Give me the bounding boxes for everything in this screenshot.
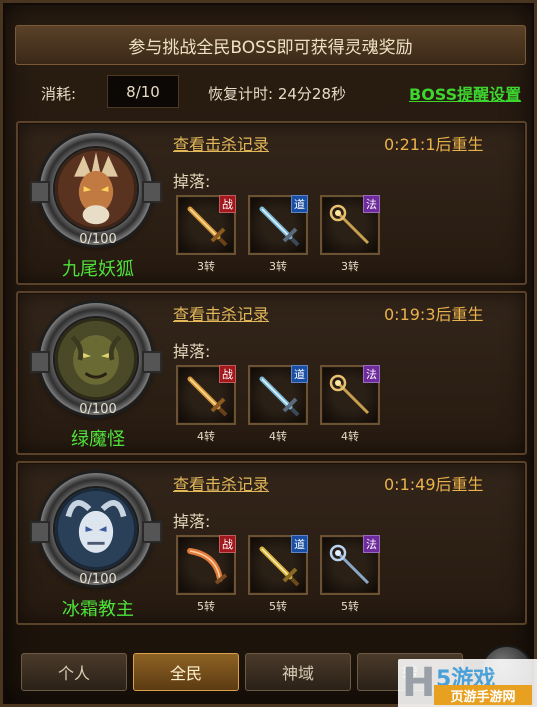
class-badge-taoist: 道 bbox=[291, 195, 308, 213]
boss-name: 绿魔怪 bbox=[71, 429, 125, 450]
drop-item-slot[interactable]: 法 bbox=[320, 365, 380, 425]
status-row: 消耗: 8/10 恢复计时: 24分28秒 BOSS提醒设置 bbox=[23, 73, 523, 111]
drop-item-slot[interactable]: 战 bbox=[176, 195, 236, 255]
item-tier: 5转 bbox=[269, 600, 287, 613]
consume-label: 消耗: bbox=[41, 85, 77, 103]
consume-value-box: 8/10 bbox=[107, 75, 179, 108]
drop-item[interactable]: 法 3转 bbox=[320, 195, 380, 274]
class-badge-warrior: 战 bbox=[219, 535, 236, 553]
view-kill-record-link[interactable]: 查看击杀记录 bbox=[173, 301, 269, 325]
recover-timer: 恢复计时: 24分28秒 bbox=[208, 85, 346, 103]
drop-label: 掉落: bbox=[173, 512, 211, 531]
drop-item[interactable]: 法 4转 bbox=[320, 365, 380, 444]
boss-panel-frame: 参与挑战全民BOSS即可获得灵魂奖励 消耗: 8/10 恢复计时: 24分28秒… bbox=[0, 0, 537, 707]
boss-portrait-frame[interactable] bbox=[30, 303, 162, 415]
item-tier: 4转 bbox=[197, 430, 215, 443]
item-tier: 4转 bbox=[341, 430, 359, 443]
class-badge-warrior: 战 bbox=[219, 365, 236, 383]
consume-value: 8/10 bbox=[126, 82, 160, 101]
respawn-timer: 0:1:49后重生 bbox=[384, 475, 484, 494]
reward-banner: 参与挑战全民BOSS即可获得灵魂奖励 bbox=[15, 25, 526, 65]
class-badge-taoist: 道 bbox=[291, 365, 308, 383]
respawn-timer: 0:19:3后重生 bbox=[384, 305, 484, 324]
boss-reminder-settings-link[interactable]: BOSS提醒设置 bbox=[409, 81, 521, 105]
boss-name: 冰霜教主 bbox=[62, 599, 134, 620]
tab-personal[interactable]: 个人 bbox=[21, 653, 127, 691]
frost-lord-portrait-icon bbox=[53, 486, 139, 572]
drop-item-slot[interactable]: 法 bbox=[320, 535, 380, 595]
class-badge-warrior: 战 bbox=[219, 195, 236, 213]
tab-all-players[interactable]: 全民 bbox=[133, 653, 239, 691]
boss-kill-count: 0/100 bbox=[79, 572, 117, 587]
item-tier: 3转 bbox=[341, 260, 359, 273]
drop-item[interactable]: 道 3转 bbox=[248, 195, 308, 274]
fox-demon-portrait-icon bbox=[53, 146, 139, 232]
class-badge-mage: 法 bbox=[363, 535, 380, 553]
tab-divine-realm[interactable]: 神域 bbox=[245, 653, 351, 691]
drop-item-slot[interactable]: 道 bbox=[248, 365, 308, 425]
boss-kill-count: 0/100 bbox=[79, 232, 117, 247]
class-badge-mage: 法 bbox=[363, 365, 380, 383]
boss-portrait-frame[interactable] bbox=[30, 473, 162, 585]
drop-item-slot[interactable]: 战 bbox=[176, 535, 236, 595]
watermark-letter: H bbox=[402, 660, 436, 706]
boss-portrait-frame[interactable] bbox=[30, 133, 162, 245]
view-kill-record-link[interactable]: 查看击杀记录 bbox=[173, 131, 269, 155]
class-badge-taoist: 道 bbox=[291, 535, 308, 553]
drop-item[interactable]: 战 4转 bbox=[176, 365, 236, 444]
drop-item-slot[interactable]: 战 bbox=[176, 365, 236, 425]
watermark-bottom-text: 页游手游网 bbox=[434, 685, 532, 705]
drop-item[interactable]: 战 3转 bbox=[176, 195, 236, 274]
drop-item-slot[interactable]: 道 bbox=[248, 535, 308, 595]
boss-name: 九尾妖狐 bbox=[62, 259, 134, 280]
item-tier: 3转 bbox=[197, 260, 215, 273]
drop-label: 掉落: bbox=[173, 172, 211, 191]
drop-item[interactable]: 道 4转 bbox=[248, 365, 308, 444]
drop-item-slot[interactable]: 法 bbox=[320, 195, 380, 255]
drop-item[interactable]: 战 5转 bbox=[176, 535, 236, 614]
drop-item[interactable]: 道 5转 bbox=[248, 535, 308, 614]
class-badge-mage: 法 bbox=[363, 195, 380, 213]
drop-item[interactable]: 法 5转 bbox=[320, 535, 380, 614]
green-demon-portrait-icon bbox=[53, 316, 139, 402]
boss-card-3: 0/100 冰霜教主 查看击杀记录 0:1:49后重生 掉落: 战 5转 道 5… bbox=[16, 461, 527, 625]
drop-label: 掉落: bbox=[173, 342, 211, 361]
item-tier: 3转 bbox=[269, 260, 287, 273]
site-watermark-logo: H 5游戏 页游手游网 bbox=[398, 659, 537, 707]
respawn-timer: 0:21:1后重生 bbox=[384, 135, 484, 154]
item-tier: 5转 bbox=[341, 600, 359, 613]
item-tier: 5转 bbox=[197, 600, 215, 613]
item-tier: 4转 bbox=[269, 430, 287, 443]
boss-kill-count: 0/100 bbox=[79, 402, 117, 417]
boss-card-2: 0/100 绿魔怪 查看击杀记录 0:19:3后重生 掉落: 战 4转 道 4转… bbox=[16, 291, 527, 455]
banner-text: 参与挑战全民BOSS即可获得灵魂奖励 bbox=[128, 37, 413, 58]
drop-item-slot[interactable]: 道 bbox=[248, 195, 308, 255]
boss-card-1: 0/100 九尾妖狐 查看击杀记录 0:21:1后重生 掉落: 战 3转 道 3… bbox=[16, 121, 527, 285]
view-kill-record-link[interactable]: 查看击杀记录 bbox=[173, 471, 269, 495]
